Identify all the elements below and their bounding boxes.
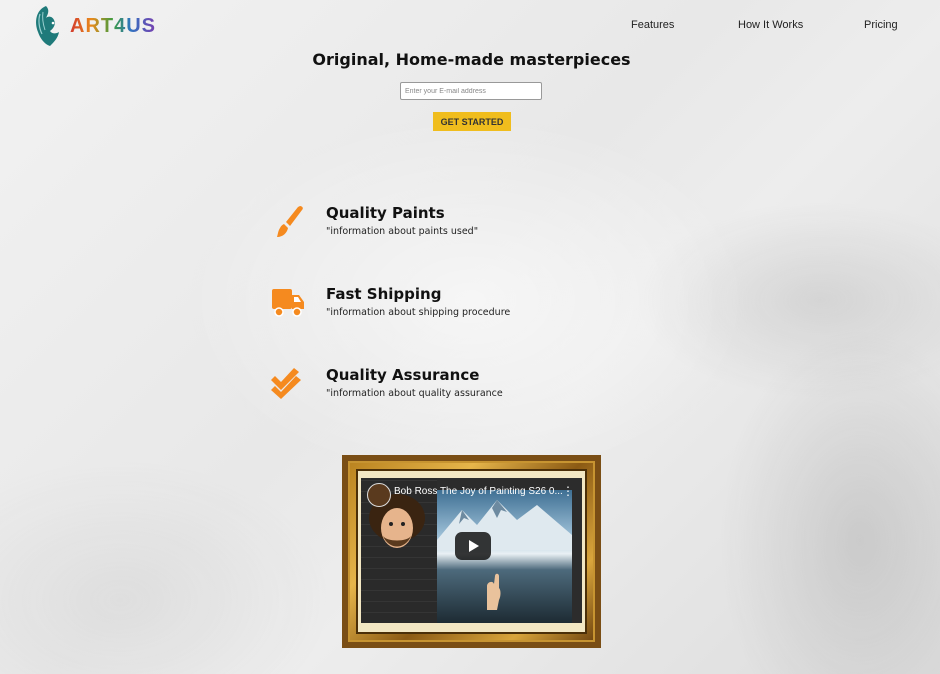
paintbrush-icon <box>277 206 303 237</box>
feature-quality-assurance: Quality Assurance "information about qua… <box>270 366 670 406</box>
video-player[interactable]: Bob Ross The Joy of Painting S26 0... ⋮ <box>361 478 582 623</box>
picture-frame: Bob Ross The Joy of Painting S26 0... ⋮ <box>342 455 601 648</box>
hero-title: Original, Home-made masterpieces <box>312 50 631 69</box>
lion-logo-icon <box>36 6 59 46</box>
nav-features[interactable]: Features <box>631 19 674 31</box>
brand-name: ART4US <box>70 14 157 37</box>
feature-description: "information about paints used" <box>326 226 479 237</box>
get-started-button[interactable]: GET STARTED <box>433 112 511 131</box>
channel-avatar[interactable] <box>367 483 391 507</box>
play-icon[interactable] <box>455 532 491 560</box>
video-title[interactable]: Bob Ross The Joy of Painting S26 0... <box>394 486 563 497</box>
feature-description: "information about shipping procedure <box>326 307 511 318</box>
feature-title: Quality Paints <box>326 204 445 222</box>
more-vert-icon[interactable]: ⋮ <box>562 484 574 498</box>
painter-hand <box>487 573 501 610</box>
email-input[interactable] <box>400 82 542 100</box>
feature-fast-shipping: Fast Shipping "information about shippin… <box>270 285 670 325</box>
frame-matting: Bob Ross The Joy of Painting S26 0... ⋮ <box>356 469 587 634</box>
feature-description: "information about quality assurance <box>326 388 503 399</box>
check-icon <box>271 368 301 399</box>
feature-title: Quality Assurance <box>326 366 480 384</box>
nav-how-it-works[interactable]: How It Works <box>738 19 803 31</box>
brand-logo[interactable]: ART4US <box>32 4 156 48</box>
feature-title: Fast Shipping <box>326 285 442 303</box>
nav-pricing[interactable]: Pricing <box>864 19 898 31</box>
feature-quality-paints: Quality Paints "information about paints… <box>270 204 670 244</box>
truck-icon <box>272 289 304 317</box>
